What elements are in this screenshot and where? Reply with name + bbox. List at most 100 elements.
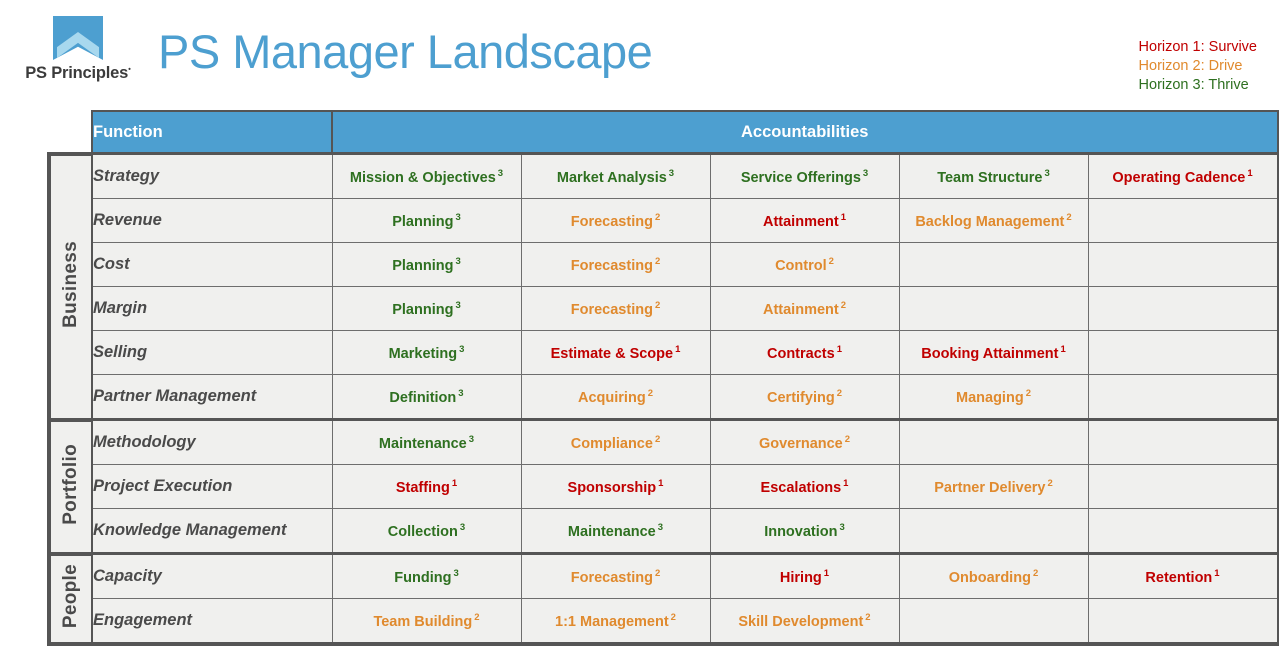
accountability-cell[interactable]: Definition 3 [331, 374, 522, 421]
accountability-label: Partner Delivery [934, 479, 1046, 496]
function-cell: Partner Management [91, 374, 333, 421]
page-header: PS Principles• PS Manager Landscape Hori… [0, 0, 1287, 106]
accountability-label: Collection [387, 523, 458, 540]
accountability-cell[interactable]: Backlog Management 2 [898, 198, 1089, 243]
accountability-cell[interactable]: Sponsorship 1 [520, 464, 711, 509]
accountability-label: Skill Development [738, 613, 864, 630]
header-left-spacer [49, 111, 92, 154]
function-cell: Methodology [91, 418, 333, 465]
accountability-label: Staffing [395, 479, 450, 496]
accountability-label: Booking Attainment [921, 345, 1059, 362]
accountability-cell[interactable]: Governance 2 [709, 418, 900, 465]
horizon-superscript: 3 [862, 167, 869, 179]
accountability-cell[interactable]: 1:1 Management 2 [520, 598, 711, 646]
function-cell: Revenue [91, 198, 333, 243]
horizon-superscript: 1 [840, 211, 847, 223]
accountability-cell[interactable]: Certifying 2 [709, 374, 900, 421]
accountability-cell[interactable]: Onboarding 2 [898, 552, 1089, 599]
accountability-cell[interactable]: Funding 3 [331, 552, 522, 599]
accountability-cell[interactable]: Maintenance 3 [331, 418, 522, 465]
accountability-cell[interactable]: Market Analysis 3 [520, 152, 711, 199]
accountability-cell-empty [1087, 242, 1279, 287]
accountability-cell-empty [1087, 330, 1279, 375]
accountability-cell[interactable]: Hiring 1 [709, 552, 900, 599]
accountability-label: Operating Cadence [1112, 169, 1246, 186]
accountability-cell-empty [1087, 598, 1279, 646]
accountability-label: Planning [392, 257, 454, 274]
accountability-label: Definition [389, 389, 457, 406]
accountability-cell[interactable]: Forecasting 2 [520, 198, 711, 243]
table-row: Engagement Team Building 2 1:1 Management 2 S… [49, 598, 1279, 646]
function-cell: Margin [91, 286, 333, 331]
accountability-cell[interactable]: Maintenance 3 [520, 508, 711, 555]
accountability-cell[interactable]: Innovation 3 [709, 508, 900, 555]
accountability-label: Governance [758, 435, 843, 452]
accountability-cell[interactable]: Marketing 3 [331, 330, 522, 375]
accountability-cell[interactable]: Planning 3 [331, 286, 522, 331]
accountability-cell[interactable]: Staffing 1 [331, 464, 522, 509]
accountability-cell[interactable]: Partner Delivery 2 [898, 464, 1089, 509]
accountability-cell-empty [898, 598, 1089, 646]
function-cell: Cost [91, 242, 333, 287]
accountability-label: Attainment [762, 213, 839, 230]
brand-name-label: PS Principles [25, 64, 129, 82]
group-label-business: Business [47, 151, 93, 422]
accountability-cell[interactable]: Forecasting 2 [520, 242, 711, 287]
accountability-cell[interactable]: Planning 3 [331, 242, 522, 287]
horizon-superscript: 3 [459, 521, 466, 533]
horizon-superscript: 2 [828, 255, 834, 267]
accountability-cell[interactable]: Collection 3 [331, 508, 522, 555]
accountability-label: Innovation [764, 523, 838, 540]
accountability-label: Forecasting [570, 569, 653, 586]
horizon-superscript: 3 [839, 521, 845, 533]
table-row: Margin Planning 3 Forecasting 2 Attainment 2 [49, 286, 1279, 331]
accountability-cell[interactable]: Forecasting 2 [520, 286, 711, 331]
table-row: Portfolio Methodology Maintenance 3 Complian… [47, 417, 1279, 556]
horizon-superscript: 2 [1047, 477, 1053, 489]
accountability-cell[interactable]: Compliance 2 [520, 418, 711, 465]
horizon-superscript: 3 [455, 255, 461, 267]
table-row: Business Strategy Mission & Objectives 3 Mar… [47, 151, 1279, 422]
horizon-superscript: 1 [836, 343, 842, 355]
accountability-label: Forecasting [570, 301, 653, 318]
accountability-cell[interactable]: Team Structure 3 [898, 152, 1089, 199]
accountability-cell[interactable]: Operating Cadence 1 [1087, 152, 1279, 199]
accountability-cell[interactable]: Estimate & Scope 1 [520, 330, 711, 375]
accountability-cell[interactable]: Mission & Objectives 3 [331, 152, 522, 199]
horizon-superscript: 2 [654, 299, 661, 311]
horizon-superscript: 3 [455, 211, 461, 223]
function-cell: Engagement [91, 598, 333, 646]
accountability-cell[interactable]: Control 2 [709, 242, 900, 287]
accountability-label: Service Offerings [740, 169, 861, 186]
table-row: Revenue Planning 3 Forecasting 2 Attainment 1 B… [49, 198, 1279, 243]
accountability-cell[interactable]: Contracts 1 [709, 330, 900, 375]
horizon-superscript: 3 [458, 387, 464, 399]
accountability-cell[interactable]: Attainment 1 [709, 198, 900, 243]
accountability-label: Onboarding [948, 569, 1031, 586]
horizon-superscript: 3 [459, 343, 465, 355]
accountability-cell[interactable]: Retention 1 [1087, 552, 1279, 599]
horizon-superscript: 2 [654, 433, 661, 445]
accountability-label: Control [775, 257, 827, 274]
accountability-cell[interactable]: Forecasting 2 [520, 552, 711, 599]
accountability-cell-empty [1087, 286, 1279, 331]
accountability-cell[interactable]: Managing 2 [898, 374, 1089, 421]
table-row: Project Execution Staffing 1 Sponsorship 1 Es… [49, 464, 1279, 509]
accountability-cell[interactable]: Planning 3 [331, 198, 522, 243]
accountability-cell[interactable]: Escalations 1 [709, 464, 900, 509]
group-label-portfolio: Portfolio [47, 417, 93, 556]
accountability-cell[interactable]: Acquiring 2 [520, 374, 711, 421]
accountability-cell[interactable]: Attainment 2 [709, 286, 900, 331]
horizon-superscript: 1 [1247, 167, 1253, 179]
accountability-cell[interactable]: Booking Attainment 1 [898, 330, 1089, 375]
trademark-mark: • [128, 64, 131, 74]
horizon-superscript: 3 [497, 167, 504, 179]
horizon-legend: Horizon 1: Survive Horizon 2: Drive Hori… [1139, 38, 1257, 95]
horizon-superscript: 2 [654, 567, 661, 579]
accountability-cell[interactable]: Skill Development 2 [709, 598, 900, 646]
horizon-superscript: 2 [654, 255, 661, 267]
accountability-label: Mission & Objectives [349, 169, 496, 186]
accountability-cell[interactable]: Team Building 2 [331, 598, 522, 646]
accountability-cell-empty [898, 286, 1089, 331]
accountability-cell[interactable]: Service Offerings 3 [709, 152, 900, 199]
